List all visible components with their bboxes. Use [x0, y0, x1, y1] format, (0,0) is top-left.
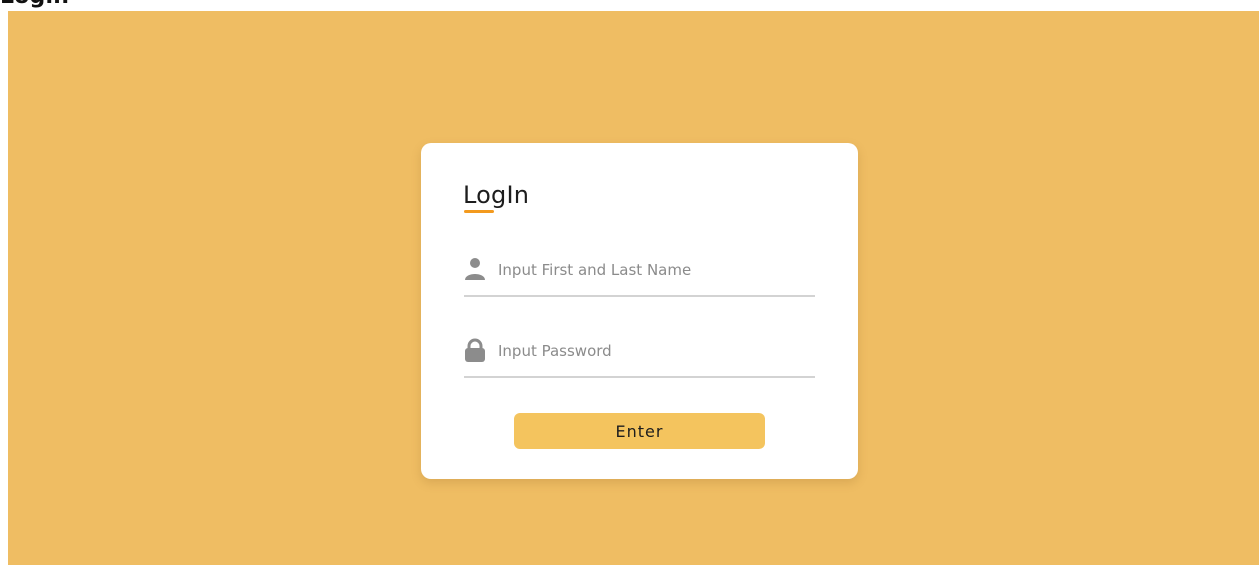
password-input[interactable]	[498, 336, 808, 366]
name-field	[464, 253, 815, 297]
user-icon	[464, 257, 486, 281]
login-card: LogIn Enter	[421, 143, 858, 479]
enter-button[interactable]: Enter	[514, 413, 765, 449]
page-backdrop: LogIn Enter	[8, 11, 1259, 565]
password-field	[464, 334, 815, 378]
name-input[interactable]	[498, 255, 808, 285]
title-underline	[464, 210, 494, 213]
card-title: LogIn	[463, 181, 530, 209]
page-title: Login	[0, 0, 69, 9]
lock-icon	[464, 338, 486, 362]
